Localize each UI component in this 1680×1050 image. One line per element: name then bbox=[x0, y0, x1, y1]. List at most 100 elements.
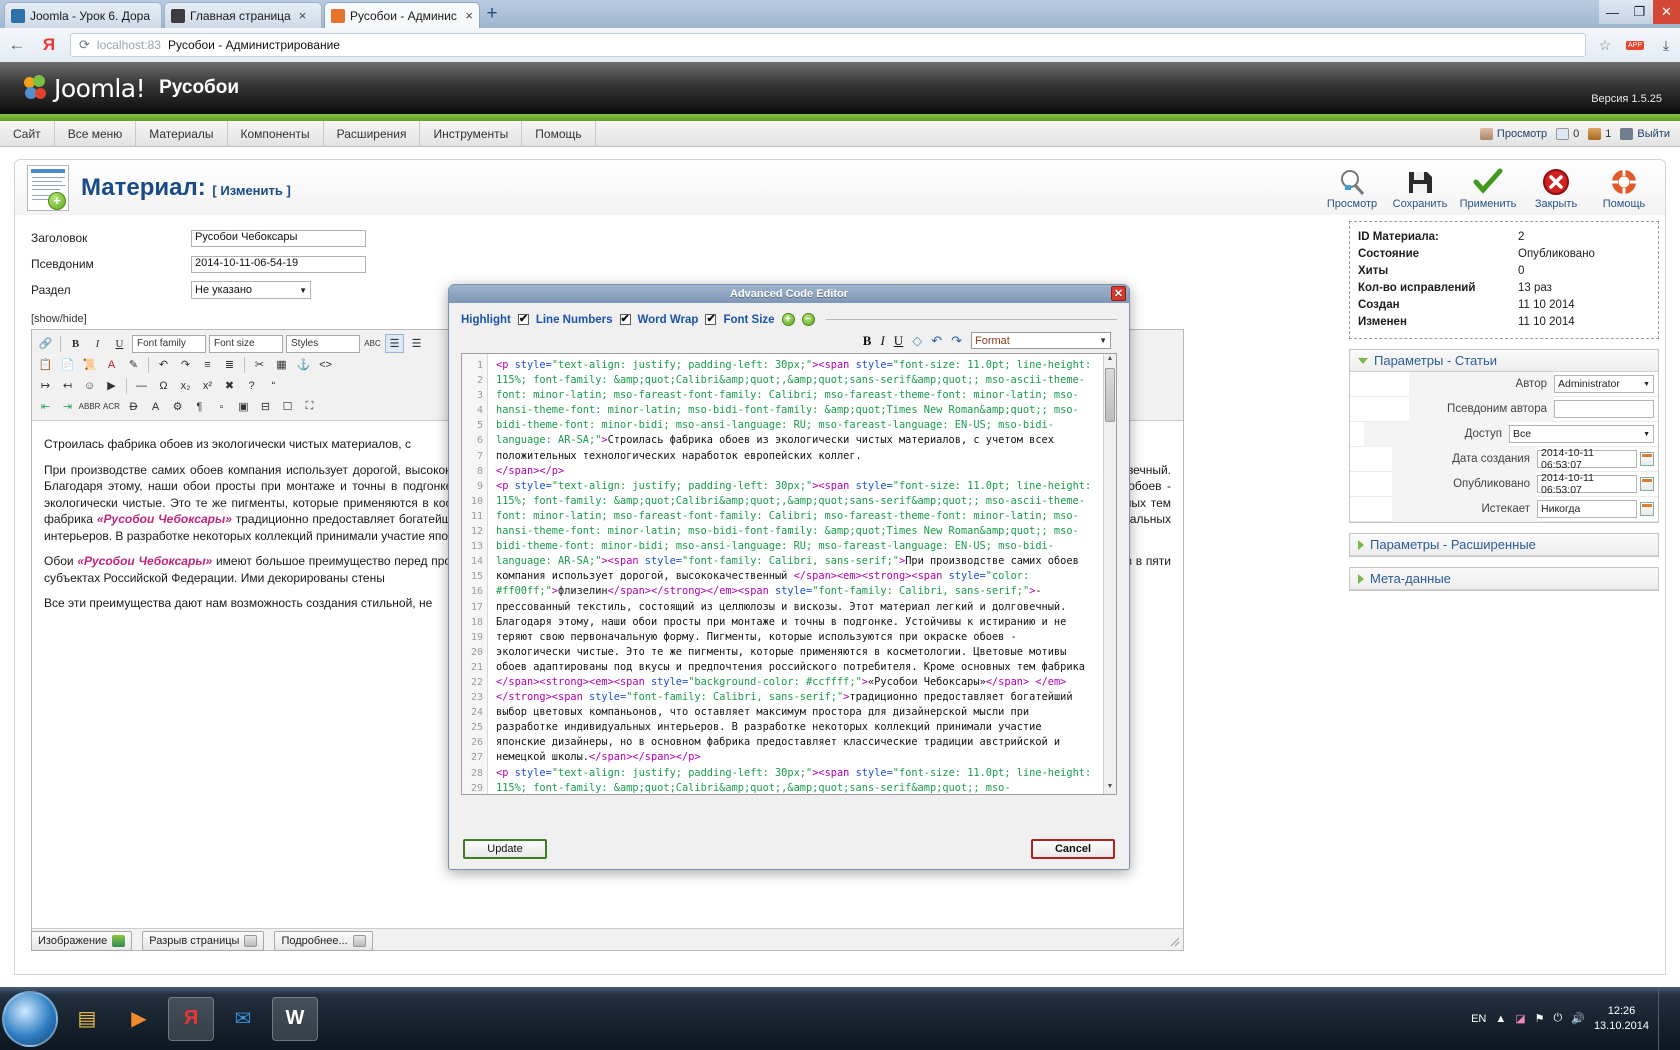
pagebreak-icon[interactable]: ⊟ bbox=[256, 397, 275, 416]
browser-tab-3[interactable]: Русобои - Администр × bbox=[324, 2, 480, 28]
attribs-icon[interactable]: ⚙ bbox=[168, 397, 187, 416]
tab-close-icon[interactable]: × bbox=[299, 9, 307, 22]
created-date-input[interactable]: 2014-10-11 06:53:07 bbox=[1537, 447, 1637, 471]
title-input[interactable]: Русобои Чебоксары bbox=[191, 229, 366, 247]
layer-icon[interactable]: ☐ bbox=[278, 397, 297, 416]
expires-date-input[interactable]: Никогда bbox=[1537, 500, 1637, 518]
outdent-icon[interactable]: ⇥ bbox=[58, 397, 77, 416]
template-icon[interactable]: ▣ bbox=[234, 397, 253, 416]
code-icon[interactable]: <> bbox=[316, 355, 335, 374]
code-scrollbar[interactable]: ▲ ▼ bbox=[1103, 354, 1116, 794]
author-alias-input[interactable] bbox=[1554, 400, 1654, 418]
published-date-input[interactable]: 2014-10-11 06:53:07 bbox=[1537, 472, 1637, 496]
menu-item-help[interactable]: Помощь bbox=[522, 121, 596, 146]
insert-pagebreak-button[interactable]: Разрыв страницы bbox=[142, 931, 265, 951]
window-minimize-button[interactable]: — bbox=[1599, 0, 1626, 24]
font-size-decrease-icon[interactable]: − bbox=[801, 313, 815, 326]
network-icon[interactable]: ◪ bbox=[1515, 1012, 1525, 1025]
show-desktop-button[interactable] bbox=[1658, 987, 1670, 1050]
emoji-icon[interactable]: ☺ bbox=[80, 376, 99, 395]
calendar-icon[interactable] bbox=[1640, 477, 1654, 491]
address-bar[interactable]: ⟳ localhost:83 Русобои - Администрирован… bbox=[70, 33, 1586, 57]
acronym-icon[interactable]: ACR bbox=[102, 397, 121, 416]
users-indicator[interactable]: 1 bbox=[1588, 128, 1611, 140]
number-list-icon[interactable]: ≣ bbox=[220, 355, 239, 374]
clock[interactable]: 12:26 13.10.2014 bbox=[1594, 1004, 1649, 1034]
volume-icon[interactable]: 🔊 bbox=[1571, 1012, 1585, 1025]
paste-word-icon[interactable]: 📜 bbox=[80, 355, 99, 374]
menu-item-extensions[interactable]: Расширения bbox=[324, 121, 421, 146]
underline-icon[interactable]: U bbox=[110, 334, 129, 353]
highlight-checkbox[interactable] bbox=[517, 312, 529, 325]
toolbar-button-close[interactable]: Закрыть bbox=[1523, 162, 1589, 210]
reload-icon[interactable]: ⟳ bbox=[79, 37, 90, 53]
underline-icon[interactable]: U bbox=[894, 333, 903, 349]
access-select[interactable]: Все ▼ bbox=[1509, 425, 1654, 443]
code-text[interactable]: <p style="text-align: justify; padding-l… bbox=[488, 354, 1103, 794]
del-icon[interactable]: D bbox=[124, 397, 143, 416]
panel-header[interactable]: Мета-данные bbox=[1350, 568, 1658, 590]
ins-icon[interactable]: A bbox=[146, 397, 165, 416]
font-size-select[interactable]: Font size bbox=[209, 334, 283, 353]
anchor-icon[interactable]: ⚓ bbox=[294, 355, 313, 374]
yandex-logo-icon[interactable]: Я bbox=[34, 35, 64, 55]
logout-link[interactable]: Выйти bbox=[1620, 128, 1670, 140]
code-editor-area[interactable]: 1 2 3 4 5 6 7 8 9 10 11 12 13 14 15 16 17 18 19 20 21 22 23 24 2… bbox=[461, 353, 1117, 795]
hr-icon[interactable]: — bbox=[132, 376, 151, 395]
alias-input[interactable]: 2014-10-11-06-54-19 bbox=[191, 255, 366, 273]
help-icon[interactable]: ? bbox=[242, 376, 261, 395]
scroll-up-icon[interactable]: ▲ bbox=[1105, 355, 1115, 365]
redo-icon[interactable]: ↷ bbox=[176, 355, 195, 374]
toolbar-button-help[interactable]: Помощь bbox=[1591, 162, 1657, 210]
ltr-icon[interactable]: ↦ bbox=[36, 376, 55, 395]
table-icon[interactable]: ▦ bbox=[272, 355, 291, 374]
menu-item-tools[interactable]: Инструменты bbox=[420, 121, 523, 146]
section-select[interactable]: Не указано ▼ bbox=[191, 281, 311, 299]
abc-spellcheck-icon[interactable]: ABC bbox=[363, 334, 382, 353]
cleanup-icon[interactable]: ✖ bbox=[220, 376, 239, 395]
nonbreaking-icon[interactable]: ▫ bbox=[212, 397, 231, 416]
scrollbar-thumb[interactable] bbox=[1105, 368, 1115, 422]
charmap-icon[interactable]: Ω bbox=[154, 376, 173, 395]
fullscreen-icon[interactable]: ⛶ bbox=[300, 397, 319, 416]
browser-tab-1[interactable]: Joomla - Урок 6. Дора bbox=[4, 2, 162, 28]
tab-close-icon[interactable]: × bbox=[465, 9, 473, 22]
editor-resize-grip[interactable] bbox=[1170, 937, 1180, 947]
close-icon[interactable]: ✕ bbox=[1111, 286, 1126, 301]
undo-icon[interactable]: ↶ bbox=[931, 333, 942, 349]
power-icon[interactable]: ⏻ bbox=[1554, 1012, 1563, 1025]
align-center-icon[interactable]: ☰ bbox=[407, 334, 426, 353]
menu-item-all-menus[interactable]: Все меню bbox=[55, 121, 137, 146]
superscript-icon[interactable]: x² bbox=[198, 376, 217, 395]
italic-icon[interactable]: I bbox=[880, 333, 884, 349]
indent-icon[interactable]: ⇤ bbox=[36, 397, 55, 416]
menu-item-content[interactable]: Материалы bbox=[136, 121, 228, 146]
toolbar-button-apply[interactable]: Применить bbox=[1455, 162, 1521, 210]
panel-header[interactable]: Параметры - Статьи bbox=[1350, 350, 1658, 372]
window-close-button[interactable]: ✕ bbox=[1653, 0, 1680, 24]
italic-icon[interactable]: I bbox=[88, 334, 107, 353]
bullet-list-icon[interactable]: ≡ bbox=[198, 355, 217, 374]
browser-tab-2[interactable]: Главная страница × bbox=[164, 2, 322, 28]
paste-icon[interactable]: 📄 bbox=[58, 355, 77, 374]
taskbar-item-explorer[interactable]: ▤ bbox=[64, 997, 110, 1041]
align-left-icon[interactable]: ☰ bbox=[385, 334, 404, 353]
back-arrow-icon[interactable]: ← bbox=[0, 35, 34, 55]
menu-item-site[interactable]: Сайт bbox=[0, 121, 55, 146]
window-maximize-button[interactable]: ❐ bbox=[1626, 0, 1653, 24]
rtl-icon[interactable]: ↤ bbox=[58, 376, 77, 395]
eraser-icon[interactable]: ◇ bbox=[912, 333, 922, 349]
start-button[interactable] bbox=[2, 990, 58, 1047]
redo-icon[interactable]: ↷ bbox=[951, 333, 962, 349]
panel-header[interactable]: Параметры - Расширенные bbox=[1350, 534, 1658, 556]
new-tab-button[interactable]: + bbox=[480, 4, 504, 26]
calendar-icon[interactable] bbox=[1640, 452, 1654, 466]
cancel-button[interactable]: Cancel bbox=[1031, 839, 1115, 859]
bookmark-star-icon[interactable]: ☆ bbox=[1592, 37, 1618, 54]
word-wrap-checkbox[interactable] bbox=[705, 312, 717, 325]
styles-select[interactable]: Styles bbox=[286, 334, 360, 353]
blockquote-icon[interactable]: “ bbox=[264, 376, 283, 395]
dialog-titlebar[interactable]: Advanced Code Editor ✕ bbox=[449, 285, 1129, 303]
subscript-icon[interactable]: x₂ bbox=[176, 376, 195, 395]
undo-icon[interactable]: ↶ bbox=[154, 355, 173, 374]
